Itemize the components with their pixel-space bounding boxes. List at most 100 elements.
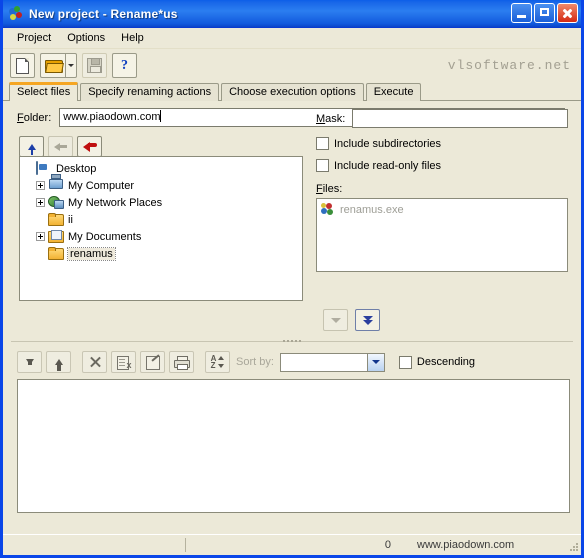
close-x-icon [89, 356, 101, 368]
arrow-down-icon [25, 359, 34, 365]
folder-tree[interactable]: Desktop My Computer My Network Places ii [19, 156, 303, 301]
tab-select-files[interactable]: Select files [9, 82, 79, 102]
open-project-dropdown-button[interactable] [65, 53, 77, 78]
save-project-button[interactable] [82, 53, 107, 78]
sort-by-select[interactable] [279, 352, 385, 372]
up-one-level-button[interactable] [19, 136, 44, 157]
arrow-left-icon [54, 143, 67, 151]
status-bar: 0 www.piaodown.com [3, 534, 581, 555]
include-subdirectories-row[interactable]: Include subdirectories [316, 137, 568, 150]
chevron-double-down-icon [362, 316, 373, 325]
tab-content-select-files: Folder: www.piaodown.com Desktop My Comp… [3, 101, 581, 547]
chevron-down-icon [68, 64, 74, 67]
tree-item-desktop[interactable]: Desktop [20, 160, 302, 177]
include-readonly-checkbox[interactable] [316, 159, 329, 172]
maximize-button[interactable] [534, 3, 555, 23]
sort-az-icon: AZ [211, 355, 225, 370]
tree-item-label: ii [68, 213, 73, 226]
add-selected-file-button[interactable] [323, 309, 348, 331]
status-segment-count: 0 [384, 539, 391, 551]
new-document-icon [16, 57, 29, 74]
tab-choose-execution-options[interactable]: Choose execution options [221, 83, 364, 101]
save-disk-icon [87, 58, 102, 73]
tree-item-label: My Network Places [68, 196, 163, 209]
menu-item-help[interactable]: Help [113, 30, 152, 46]
move-up-button[interactable] [46, 351, 71, 373]
window-title-project: New project [29, 6, 100, 21]
back-button[interactable] [48, 136, 73, 157]
chevron-down-icon[interactable] [366, 353, 384, 371]
tree-item-renamus[interactable]: renamus [20, 245, 302, 262]
expander-plus-icon[interactable] [36, 198, 45, 207]
arrow-up-icon [54, 359, 63, 371]
title-bar: New project - Rename*us [3, 0, 581, 28]
folder-icon [48, 213, 64, 227]
network-icon [48, 196, 64, 210]
splitter-grip [283, 340, 301, 342]
expander-plus-icon[interactable] [36, 181, 45, 190]
include-subdirectories-checkbox[interactable] [316, 137, 329, 150]
tree-item-label: Desktop [56, 162, 97, 175]
new-project-button[interactable] [10, 53, 35, 78]
filter-panel: Mask: Include subdirectories Include rea… [316, 109, 568, 272]
minimize-button[interactable] [511, 3, 532, 23]
tree-item-my-documents[interactable]: My Documents [20, 228, 302, 245]
file-list-item[interactable]: renamus.exe [321, 202, 567, 217]
include-subdirectories-label: Include subdirectories [334, 137, 442, 150]
add-all-files-button[interactable] [355, 309, 380, 331]
tab-execute[interactable]: Execute [365, 83, 422, 101]
tab-specify-renaming-actions[interactable]: Specify renaming actions [80, 83, 220, 101]
open-project-button[interactable] [40, 53, 65, 78]
panel-splitter[interactable] [11, 338, 573, 344]
vendor-brand-label: vlsoftware.net [447, 58, 571, 73]
folder-icon [48, 247, 64, 261]
move-down-button[interactable] [17, 351, 42, 373]
arrow-undo-icon [82, 141, 97, 152]
descending-checkbox[interactable] [398, 355, 412, 369]
available-files-list[interactable]: renamus.exe [316, 198, 568, 272]
menu-item-project[interactable]: Project [9, 30, 59, 46]
tab-strip: Select files Specify renaming actions Ch… [3, 82, 581, 102]
remove-file-button[interactable] [82, 351, 107, 373]
expander-plus-icon[interactable] [36, 232, 45, 241]
clear-list-button[interactable]: x [111, 351, 136, 373]
tree-item-label-selected: renamus [67, 246, 116, 261]
window-title-program: Rename*us [110, 6, 178, 21]
descending-label: Descending [416, 356, 475, 368]
printer-icon [174, 355, 190, 370]
tree-item-my-network-places[interactable]: My Network Places [20, 194, 302, 211]
file-list-item-label: renamus.exe [340, 203, 404, 216]
window-controls [511, 3, 578, 23]
status-segment-site: www.piaodown.com [417, 539, 515, 551]
include-readonly-row[interactable]: Include read-only files [316, 159, 568, 172]
chevron-down-icon [330, 317, 341, 323]
sort-by-label: Sort by: [236, 356, 274, 368]
resize-grip[interactable] [565, 538, 579, 552]
descending-row[interactable]: Descending [398, 355, 475, 369]
selected-files-list[interactable] [17, 379, 570, 513]
main-toolbar: ? vlsoftware.net [3, 49, 581, 82]
tree-item-label: My Documents [68, 230, 142, 243]
menu-item-options[interactable]: Options [59, 30, 113, 46]
mask-row: Mask: [316, 109, 568, 128]
arrow-up-icon [27, 143, 36, 155]
window-title: New project - Rename*us [29, 7, 178, 21]
window-title-separator: - [99, 6, 111, 21]
mask-input[interactable] [352, 109, 568, 128]
sort-button[interactable]: AZ [205, 351, 230, 373]
print-list-button[interactable] [169, 351, 194, 373]
folder-label: Folder: [17, 111, 52, 124]
documents-icon [48, 230, 64, 244]
edit-pencil-icon [145, 353, 160, 370]
help-button[interactable]: ? [112, 53, 137, 78]
open-folder-icon [44, 59, 64, 73]
previous-folder-button[interactable] [77, 136, 102, 157]
application-icon [321, 203, 336, 216]
tree-item-ii[interactable]: ii [20, 211, 302, 228]
include-readonly-label: Include read-only files [334, 159, 442, 172]
tree-item-my-computer[interactable]: My Computer [20, 177, 302, 194]
edit-entry-button[interactable] [140, 351, 165, 373]
tree-item-label: My Computer [68, 179, 135, 192]
close-button[interactable] [557, 3, 578, 23]
folder-input-value: www.piaodown.com [63, 111, 161, 123]
